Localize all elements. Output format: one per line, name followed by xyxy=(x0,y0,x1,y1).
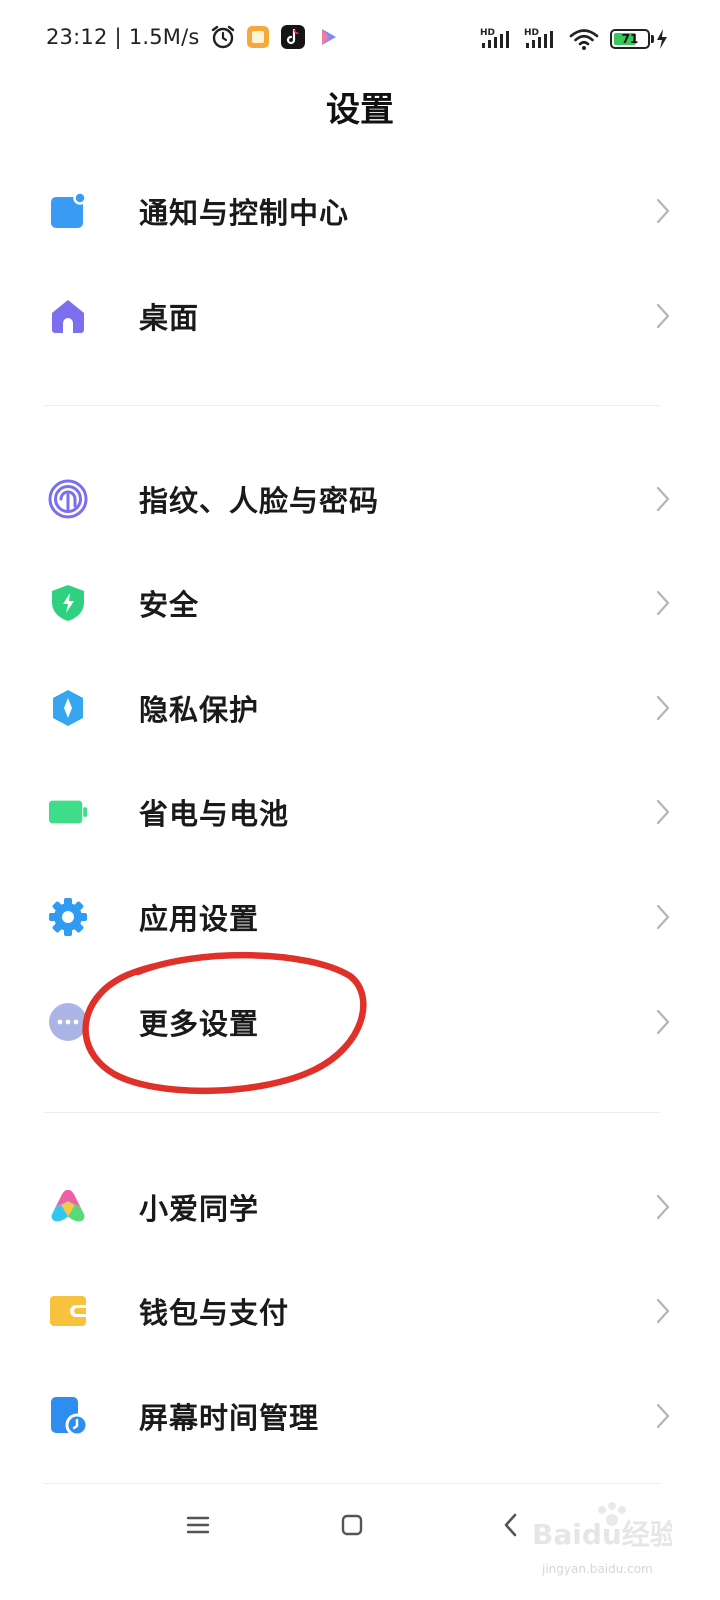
battery-level: 71 xyxy=(621,32,639,46)
settings-item-label: 通知与控制中心 xyxy=(139,196,350,230)
wifi-icon xyxy=(569,29,599,50)
privacy-icon xyxy=(48,688,88,728)
section-divider xyxy=(44,1483,660,1484)
menu-icon xyxy=(186,1516,210,1534)
settings-item-label: 更多设置 xyxy=(139,1007,260,1041)
chevron-right-icon xyxy=(656,904,670,930)
chevron-right-icon xyxy=(656,486,670,512)
status-app-icons xyxy=(210,24,341,50)
settings-item-label: 小爱同学 xyxy=(139,1192,260,1226)
home-icon xyxy=(48,296,88,336)
menu-button[interactable] xyxy=(158,1490,238,1560)
settings-item-xiaoai[interactable]: 小爱同学 xyxy=(0,1155,720,1259)
chevron-right-icon xyxy=(656,1194,670,1220)
settings-item-fingerprint[interactable]: 指纹、人脸与密码 xyxy=(0,447,720,551)
settings-item-label: 隐私保护 xyxy=(139,693,260,727)
status-net-speed: 1.5M/s xyxy=(128,25,200,49)
tiktok-icon xyxy=(280,25,305,49)
settings-item-more-settings[interactable]: 更多设置 xyxy=(0,970,720,1074)
settings-item-privacy[interactable]: 隐私保护 xyxy=(0,656,720,760)
screen-time-icon xyxy=(48,1396,88,1436)
status-time: 23:12 xyxy=(46,25,108,49)
battery-indicator: 71 xyxy=(610,29,654,49)
page-title: 设置 xyxy=(326,90,394,130)
settings-item-notifications[interactable]: 通知与控制中心 xyxy=(0,159,720,263)
alarm-icon xyxy=(211,25,234,49)
battery-cap xyxy=(651,35,654,43)
settings-screen: 23:12 | 1.5M/s HD HD 71 设置 通知与控制中心 桌面 指纹… xyxy=(0,0,720,1600)
status-right: HD HD 71 xyxy=(480,26,668,52)
gear-icon xyxy=(48,897,88,937)
chevron-right-icon xyxy=(656,303,670,329)
shield-icon xyxy=(48,583,88,623)
xiaoai-icon xyxy=(48,1187,88,1227)
battery-icon xyxy=(48,792,88,832)
charging-icon xyxy=(657,29,667,49)
baidu-watermark: Baidu经验 jingyan.baidu.com xyxy=(532,1500,678,1580)
settings-item-label: 屏幕时间管理 xyxy=(139,1401,320,1435)
settings-item-screen-time[interactable]: 屏幕时间管理 xyxy=(0,1364,720,1468)
chevron-right-icon xyxy=(656,1009,670,1035)
settings-item-battery[interactable]: 省电与电池 xyxy=(0,760,720,864)
signal-icon: HD xyxy=(480,28,509,48)
notification-icon xyxy=(48,191,88,231)
chevron-right-icon xyxy=(656,799,670,825)
section-divider xyxy=(44,405,660,406)
settings-item-label: 钱包与支付 xyxy=(139,1296,290,1330)
svg-text:Baidu经验: Baidu经验 xyxy=(532,1518,672,1551)
chevron-right-icon xyxy=(656,198,670,224)
settings-item-label: 桌面 xyxy=(139,301,200,335)
chevron-right-icon xyxy=(656,1403,670,1429)
back-icon xyxy=(504,1513,517,1537)
chevron-right-icon xyxy=(656,1298,670,1324)
settings-item-label: 应用设置 xyxy=(139,902,260,936)
wallet-icon xyxy=(48,1291,88,1331)
notes-icon xyxy=(246,26,269,48)
settings-item-wallet[interactable]: 钱包与支付 xyxy=(0,1259,720,1363)
fingerprint-icon xyxy=(48,479,88,519)
status-separator: | xyxy=(114,25,122,49)
settings-item-desktop[interactable]: 桌面 xyxy=(0,264,720,368)
svg-text:HD: HD xyxy=(480,28,495,38)
settings-item-label: 安全 xyxy=(139,588,200,622)
more-icon xyxy=(48,1002,88,1042)
play-icon xyxy=(321,29,336,45)
svg-text:HD: HD xyxy=(524,28,539,38)
home-square-icon xyxy=(341,1514,363,1536)
baidu-logo-icon: Baidu经验 xyxy=(532,1502,678,1551)
settings-item-app-settings[interactable]: 应用设置 xyxy=(0,865,720,969)
settings-item-label: 指纹、人脸与密码 xyxy=(139,484,380,518)
status-left: 23:12 | 1.5M/s xyxy=(46,24,341,50)
settings-item-label: 省电与电池 xyxy=(139,797,290,831)
signal-icon-2: HD xyxy=(524,28,553,48)
home-button[interactable] xyxy=(312,1490,392,1560)
section-divider xyxy=(44,1112,660,1113)
chevron-right-icon xyxy=(656,695,670,721)
watermark-url: jingyan.baidu.com xyxy=(542,1562,653,1576)
settings-item-security[interactable]: 安全 xyxy=(0,551,720,655)
chevron-right-icon xyxy=(656,590,670,616)
status-bar: 23:12 | 1.5M/s HD HD 71 xyxy=(0,0,720,78)
